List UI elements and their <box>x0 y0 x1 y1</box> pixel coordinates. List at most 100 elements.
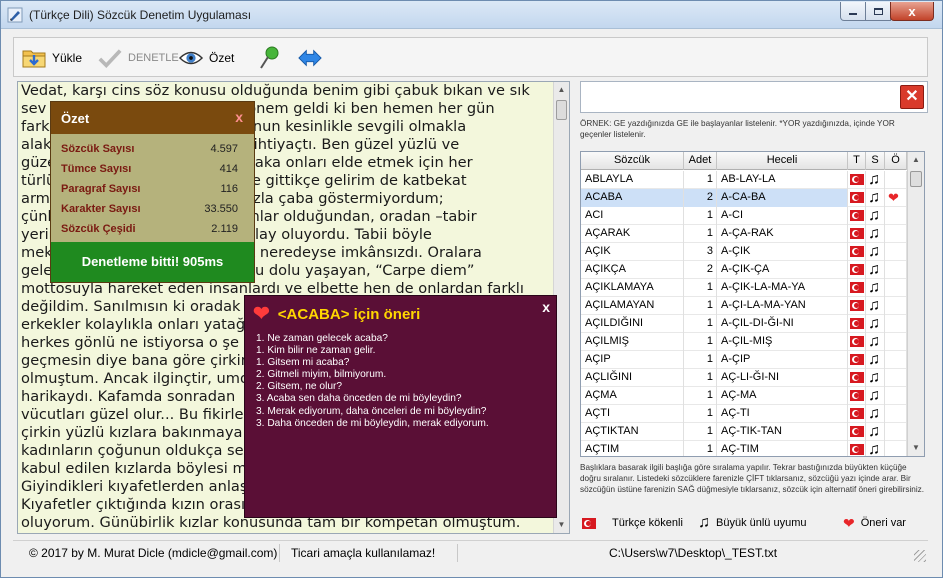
music-note-icon: ♫ <box>868 243 880 260</box>
harmony-cell: ♫ <box>866 441 885 457</box>
resize-grip-icon[interactable] <box>914 550 926 562</box>
close-window-button[interactable]: x <box>890 2 934 21</box>
table-row[interactable]: AÇIKLAMAYA 1 A-ÇIK-LA-MA-YA ♫ <box>581 279 907 297</box>
table-row[interactable]: AÇIP 1 A-ÇIP ♫ <box>581 351 907 369</box>
turkish-flag-icon <box>582 517 596 529</box>
column-count[interactable]: Adet <box>684 152 717 170</box>
search-hint: ÖRNEK: GE yazdığınızda GE ile başlayanla… <box>580 119 895 139</box>
scroll-up-icon[interactable]: ▲ <box>908 152 924 168</box>
suggestion-cell <box>885 423 907 441</box>
suggestion-cell <box>885 351 907 369</box>
scroll-down-icon[interactable]: ▼ <box>554 517 569 533</box>
search-field[interactable]: ✕ <box>580 81 928 113</box>
harmony-cell: ♫ <box>866 405 885 423</box>
turkish-cell <box>848 333 866 351</box>
app-window: (Türkçe Dili) Sözcük Denetim Uygulaması … <box>0 0 943 578</box>
word-cell: AÇILAMAYAN <box>581 297 684 315</box>
turkish-cell <box>848 423 866 441</box>
column-suggestion[interactable]: Ö <box>885 152 907 170</box>
column-syllables[interactable]: Heceli <box>717 152 848 170</box>
suggestion-cell <box>885 207 907 225</box>
pin-button[interactable] <box>257 46 281 70</box>
heart-icon: ❤ <box>253 303 270 325</box>
turkish-flag-icon <box>850 174 864 185</box>
load-button[interactable]: Yükle <box>22 46 82 70</box>
scroll-down-icon[interactable]: ▼ <box>908 440 924 456</box>
harmony-cell: ♫ <box>866 243 885 261</box>
swap-button[interactable] <box>298 46 322 70</box>
summary-close-button[interactable]: x <box>235 109 243 125</box>
legend-harmony-label: Büyük ünlü uyumu <box>716 517 807 529</box>
harmony-cell: ♫ <box>866 369 885 387</box>
close-icon: ✕ <box>905 88 919 105</box>
suggestion-item[interactable]: 1. Ne zaman gelecek acaba? <box>256 333 489 345</box>
column-turkish[interactable]: T <box>848 152 866 170</box>
syllable-cell: A-ÇA-RAK <box>717 225 848 243</box>
suggestion-item[interactable]: 3. Merak ediyorum, daha önceleri de mi b… <box>256 406 489 418</box>
table-row[interactable]: AÇILAMAYAN 1 A-ÇI-LA-MA-YAN ♫ <box>581 297 907 315</box>
table-row[interactable]: AÇLIĞINI 1 AÇ-LI-ĞI-NI ♫ <box>581 369 907 387</box>
suggestion-item[interactable]: 1. Gitsem mi acaba? <box>256 357 489 369</box>
table-row[interactable]: AÇTIKTAN 1 AÇ-TIK-TAN ♫ <box>581 423 907 441</box>
column-harmony[interactable]: S <box>866 152 885 170</box>
summary-value: 2.119 <box>211 223 238 235</box>
pen-icon <box>7 7 23 23</box>
suggestion-item[interactable]: 2. Gitmeli miyim, bilmiyorum. <box>256 369 489 381</box>
music-note-icon: ♫ <box>868 387 880 404</box>
word-cell: AÇMA <box>581 387 684 405</box>
table-row[interactable]: AÇTIM 1 AÇ-TIM ♫ <box>581 441 907 457</box>
column-word[interactable]: Sözcük <box>581 152 684 170</box>
turkish-flag-icon <box>850 354 864 365</box>
summary-label: Özet <box>209 51 235 65</box>
music-note-icon: ♫ <box>868 189 880 206</box>
turkish-flag-icon <box>850 426 864 437</box>
minimize-button[interactable] <box>840 2 866 21</box>
suggestion-header: ❤ <ACABA> için öneri <box>253 304 420 324</box>
folder-icon <box>22 46 46 70</box>
summary-status: Denetleme bitti! 905ms <box>51 242 254 282</box>
count-cell: 2 <box>684 189 717 207</box>
music-note-icon: ♫ <box>868 297 880 314</box>
maximize-button[interactable] <box>865 2 891 21</box>
music-note-icon: ♫ <box>868 315 880 332</box>
harmony-cell: ♫ <box>866 315 885 333</box>
editor-scroll-thumb[interactable] <box>556 100 567 120</box>
legend-turkish: Türkçe kökenli <box>582 513 683 533</box>
scroll-up-icon[interactable]: ▲ <box>554 82 569 98</box>
table-scroll-thumb[interactable] <box>910 171 922 187</box>
harmony-cell: ♫ <box>866 279 885 297</box>
turkish-flag-icon <box>850 246 864 257</box>
table-row[interactable]: AÇILMIŞ 1 A-ÇIL-MIŞ ♫ <box>581 333 907 351</box>
summary-button[interactable]: Özet <box>179 46 234 70</box>
table-row[interactable]: AÇMA 1 AÇ-MA ♫ <box>581 387 907 405</box>
syllable-cell: AÇ-TIK-TAN <box>717 423 848 441</box>
suggestion-item[interactable]: 1. Kim bilir ne zaman gelir. <box>256 345 489 357</box>
swap-arrows-icon <box>298 46 322 70</box>
music-note-icon: ♫ <box>868 441 880 457</box>
table-row[interactable]: ACI 1 A-CI ♫ <box>581 207 907 225</box>
suggestion-item[interactable]: 3. Acaba sen daha önceden de mi böyleydi… <box>256 393 489 405</box>
turkish-cell <box>848 369 866 387</box>
table-row[interactable]: AÇIK 3 A-ÇIK ♫ <box>581 243 907 261</box>
turkish-flag-icon <box>850 282 864 293</box>
license-text: Ticari amaçla kullanılamaz! <box>291 546 436 560</box>
suggestion-cell <box>885 387 907 405</box>
suggestion-item[interactable]: 3. Daha önceden de mi böyleydin, merak e… <box>256 418 489 430</box>
legend-suggestion: ❤ Öneri var <box>843 513 906 533</box>
table-row[interactable]: ABLAYLA 1 AB-LAY-LA ♫ <box>581 171 907 189</box>
suggestion-item[interactable]: 2. Gitsem, ne olur? <box>256 381 489 393</box>
clear-search-button[interactable]: ✕ <box>900 85 924 109</box>
table-row[interactable]: AÇILDIĞINI 1 A-ÇIL-DI-ĞI-NI ♫ <box>581 315 907 333</box>
table-scrollbar[interactable]: ▲ ▼ <box>907 152 924 456</box>
table-row[interactable]: AÇTI 1 AÇ-TI ♫ <box>581 405 907 423</box>
music-note-icon: ♫ <box>868 225 880 242</box>
music-note-icon: ♫ <box>868 171 880 188</box>
check-button[interactable]: DENETLE <box>98 46 179 70</box>
table-row[interactable]: ACABA 2 A-CA-BA ♫ ❤ <box>581 189 907 207</box>
syllable-cell: A-CI <box>717 207 848 225</box>
suggestion-close-button[interactable]: x <box>542 299 550 315</box>
table-row[interactable]: AÇARAK 1 A-ÇA-RAK ♫ <box>581 225 907 243</box>
music-note-icon: ♫ <box>698 514 710 531</box>
table-row[interactable]: AÇIKÇA 2 A-ÇIK-ÇA ♫ <box>581 261 907 279</box>
summary-row: Sözcük Çeşidi 2.119 <box>51 217 254 237</box>
